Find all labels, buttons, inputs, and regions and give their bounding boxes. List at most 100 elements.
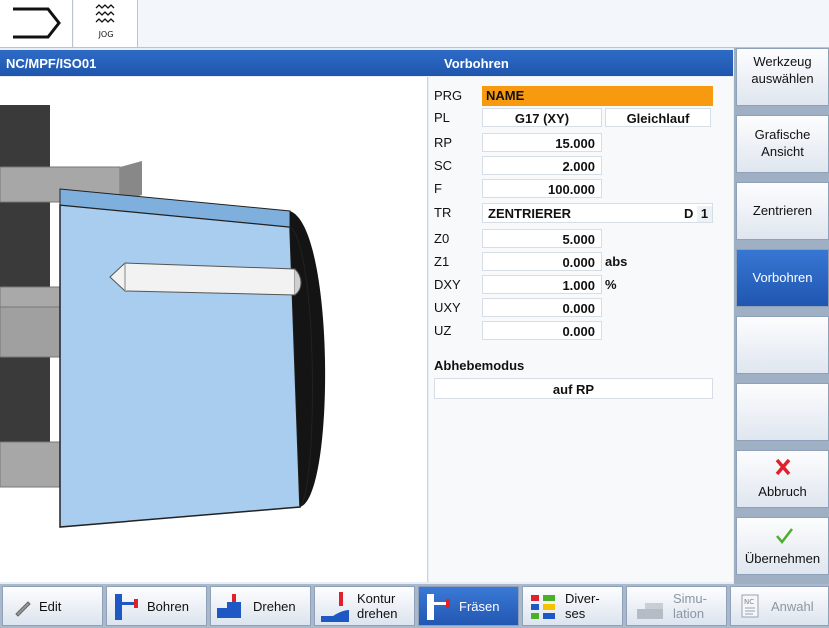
- z0-input[interactable]: 5.000: [482, 229, 602, 248]
- jog-mode-indicator: JOG: [74, 0, 138, 47]
- horizontal-softkey-bar: Edit Bohren Drehen Kontur drehen Fräsen …: [0, 584, 829, 628]
- simulation-softkey: Simu- lation: [626, 586, 727, 626]
- param-row-rp: RP 15.000: [429, 132, 733, 153]
- softkey-label-line: drehen: [357, 606, 398, 621]
- milling-direction-select[interactable]: Gleichlauf: [605, 108, 711, 127]
- centering-softkey[interactable]: Zentrieren: [736, 182, 829, 240]
- turning-icon: [217, 594, 241, 618]
- param-row-dxy: DXY 1.000 %: [429, 274, 733, 295]
- milling-icon: [427, 594, 450, 620]
- select-tool-softkey[interactable]: Werkzeug auswählen: [736, 48, 829, 106]
- param-label: RP: [434, 135, 453, 150]
- softkey-label: Drehen: [253, 599, 296, 614]
- param-row-prg: PRG NAME: [429, 85, 733, 106]
- edit-softkey[interactable]: Edit: [2, 586, 103, 626]
- milling-softkey[interactable]: Fräsen: [418, 586, 519, 626]
- param-label: DXY: [434, 277, 461, 292]
- param-row-uxy: UXY 0.000: [429, 297, 733, 318]
- cycle-title: Vorbohren: [444, 56, 509, 71]
- miscellaneous-icon: [531, 595, 555, 619]
- softkey-label-line: ses: [565, 606, 586, 621]
- accept-check-icon: [776, 528, 793, 544]
- softkey-label-line: auswählen: [751, 71, 814, 86]
- param-label: PRG: [434, 88, 463, 103]
- param-label: SC: [434, 158, 453, 173]
- drilling-icon: [115, 594, 138, 620]
- cutting-edge-number[interactable]: 1: [697, 206, 712, 222]
- retract-plane-input[interactable]: 15.000: [482, 133, 602, 152]
- softkey-label: Abbruch: [758, 484, 807, 499]
- softkey-label: Grafische Ansicht: [737, 126, 828, 160]
- softkey-label-line: Kontur: [357, 591, 396, 606]
- param-row-f: F 100.000: [429, 178, 733, 199]
- accept-softkey[interactable]: Übernehmen: [736, 517, 829, 575]
- param-label: Z0: [434, 231, 450, 246]
- vertical-softkey-bar: Werkzeug auswählen Grafische Ansicht Zen…: [734, 48, 829, 584]
- softkey-label-line: Simu-: [673, 591, 707, 606]
- param-label: TR: [434, 205, 452, 220]
- miscellaneous-softkey[interactable]: Diver- ses: [522, 586, 623, 626]
- window-header: NC/MPF/ISO01 Vorbohren: [0, 50, 733, 76]
- lift-mode-label: Abhebemodus: [434, 358, 525, 373]
- softkey-label-line: Diver-: [565, 591, 600, 606]
- softkey-label-line: Werkzeug: [753, 54, 812, 69]
- uz-input[interactable]: 0.000: [482, 321, 602, 340]
- status-bar: JOG: [0, 0, 829, 48]
- turning-softkey[interactable]: Drehen: [210, 586, 311, 626]
- param-label: F: [434, 181, 442, 196]
- param-row-z0: Z0 5.000: [429, 228, 733, 249]
- help-graphic: [0, 77, 428, 582]
- tool-input[interactable]: ZENTRIERER D 1: [482, 203, 713, 223]
- param-label: PL: [434, 110, 450, 125]
- softkey-label: Übernehmen: [744, 551, 821, 566]
- dxy-input[interactable]: 1.000: [482, 275, 602, 294]
- softkey-label: Zentrieren: [752, 203, 813, 218]
- softkey-label-line: lation: [673, 606, 705, 621]
- softkey-label: Kontur drehen: [357, 591, 397, 621]
- z1-input[interactable]: 0.000: [482, 252, 602, 271]
- dxy-unit-select[interactable]: %: [605, 277, 617, 292]
- nc-file-icon: NC: [741, 594, 759, 618]
- cancel-softkey[interactable]: Abbruch: [736, 450, 829, 508]
- drilling-softkey[interactable]: Bohren: [106, 586, 207, 626]
- lift-mode-select[interactable]: auf RP: [434, 378, 713, 399]
- feed-input[interactable]: 100.000: [482, 179, 602, 198]
- parameter-form: PRG NAME PL G17 (XY) Gleichlauf RP 15.00…: [429, 77, 733, 582]
- select-softkey: NC Anwahl: [730, 586, 829, 626]
- softkey-label: Anwahl: [771, 599, 814, 614]
- param-row-z1: Z1 0.000 abs: [429, 251, 733, 272]
- param-label: Z1: [434, 254, 450, 269]
- softkey-label: Vorbohren: [752, 270, 813, 285]
- softkey-label: Edit: [39, 599, 62, 614]
- uxy-input[interactable]: 0.000: [482, 298, 602, 317]
- softkey-label: Diver- ses: [565, 591, 600, 621]
- contour-turning-softkey[interactable]: Kontur drehen: [314, 586, 415, 626]
- program-name-input[interactable]: NAME: [482, 86, 713, 106]
- program-arrow-icon: [13, 7, 61, 39]
- contour-turning-icon: [321, 592, 349, 622]
- pencil-icon: [15, 601, 31, 617]
- workpiece: [59, 204, 301, 528]
- nc-badge: NC: [744, 598, 754, 606]
- predrilling-softkey[interactable]: Vorbohren: [736, 249, 829, 307]
- softkey-label: Werkzeug auswählen: [737, 53, 828, 87]
- safety-clearance-input[interactable]: 2.000: [482, 156, 602, 175]
- tool-name: ZENTRIERER: [488, 206, 572, 221]
- cutting-edge-label: D: [684, 206, 694, 221]
- softkey-label: Fräsen: [459, 599, 500, 614]
- empty-softkey-6[interactable]: [736, 383, 829, 441]
- softkey-label: Simu- lation: [673, 591, 707, 621]
- empty-softkey-5[interactable]: [736, 316, 829, 374]
- predrill-hole: [109, 262, 296, 296]
- plane-select[interactable]: G17 (XY): [482, 108, 602, 127]
- param-row-pl: PL G17 (XY) Gleichlauf: [429, 107, 733, 128]
- program-mode-indicator: [0, 0, 73, 47]
- param-row-tr: TR ZENTRIERER D 1: [429, 202, 733, 223]
- graphic-view-softkey[interactable]: Grafische Ansicht: [736, 115, 829, 173]
- softkey-label: Bohren: [147, 599, 189, 614]
- z1-unit-select[interactable]: abs: [605, 254, 627, 269]
- softkey-label-line: Grafische: [754, 127, 811, 142]
- softkey-label-line: Ansicht: [761, 144, 804, 159]
- simulation-icon: [637, 603, 663, 619]
- param-label: UZ: [434, 323, 452, 338]
